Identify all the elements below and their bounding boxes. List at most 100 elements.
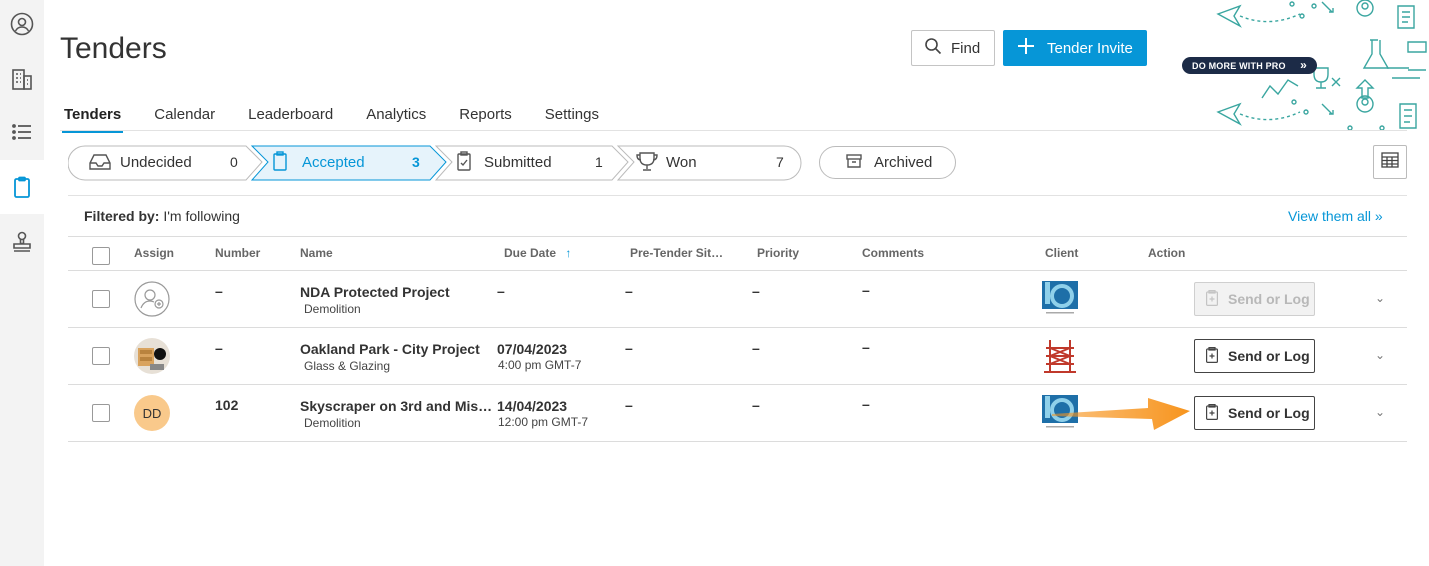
avatar[interactable]	[134, 338, 170, 374]
table-grid-icon	[1381, 151, 1399, 173]
row-due-date: 14/04/2023	[497, 398, 568, 414]
row-due-time: 4:00 pm GMT-7	[498, 358, 582, 372]
tab-analytics[interactable]: Analytics	[364, 103, 428, 133]
client-logo	[1044, 340, 1076, 373]
row-due-date: –	[497, 283, 505, 299]
filter-value: I'm following	[163, 208, 240, 224]
view-all-link[interactable]: View them all »	[1288, 208, 1383, 224]
unassigned-user-icon[interactable]	[134, 281, 170, 317]
status-submitted-label: Submitted	[484, 154, 552, 171]
send-or-log-label: Send or Log	[1228, 405, 1310, 421]
row-project-name[interactable]: NDA Protected Project	[300, 284, 450, 300]
left-nav-rail	[0, 0, 44, 566]
user-circle-icon[interactable]	[6, 8, 38, 40]
status-submitted[interactable]: Submitted 1	[434, 145, 629, 181]
row-divider	[68, 441, 1407, 442]
status-won-label: Won	[666, 154, 697, 171]
status-won[interactable]: Won 7	[616, 145, 802, 181]
chevron-down-icon[interactable]: ⌄	[1375, 348, 1385, 362]
plus-icon	[1016, 36, 1036, 60]
col-header-action: Action	[1148, 246, 1186, 260]
header-bottom-border	[68, 270, 1407, 271]
archived-button[interactable]: Archived	[819, 146, 956, 179]
status-undecided-label: Undecided	[120, 154, 192, 171]
filter-summary: Filtered by: I'm following	[84, 208, 240, 224]
col-header-pre-tender[interactable]: Pre-Tender Sit…	[630, 246, 723, 260]
chevron-down-icon[interactable]: ⌄	[1375, 291, 1385, 305]
send-or-log-label: Send or Log	[1228, 348, 1310, 364]
row-trade: Demolition	[304, 302, 361, 316]
row-comments: –	[862, 282, 870, 298]
status-accepted[interactable]: Accepted 3	[250, 145, 447, 181]
col-header-due-date[interactable]: Due Date ↑	[504, 246, 571, 260]
tab-calendar[interactable]: Calendar	[152, 103, 217, 133]
row-project-name[interactable]: Oakland Park - City Project	[300, 341, 480, 357]
row-checkbox[interactable]	[92, 347, 110, 365]
send-or-log-button[interactable]: Send or Log	[1194, 282, 1315, 316]
table-view-toggle[interactable]	[1373, 145, 1407, 179]
status-pipeline: Undecided 0 Accepted 3 Submitted 1 Won 7	[68, 145, 802, 181]
clipboard-icon[interactable]	[6, 171, 38, 203]
row-priority: –	[752, 340, 760, 356]
row-priority: –	[752, 283, 760, 299]
clipboard-plus-icon	[1206, 403, 1219, 423]
row-due-date: 07/04/2023	[497, 341, 568, 357]
table-top-border	[68, 236, 1407, 237]
status-submitted-count: 1	[595, 154, 603, 170]
row-due-time: 12:00 pm GMT-7	[498, 415, 589, 429]
avatar[interactable]: DD	[134, 395, 170, 431]
section-divider	[68, 195, 1407, 196]
row-trade: Demolition	[304, 416, 361, 430]
row-divider	[68, 327, 1407, 328]
col-header-client[interactable]: Client	[1045, 246, 1078, 260]
col-header-priority[interactable]: Priority	[757, 246, 799, 260]
select-all-checkbox[interactable]	[92, 247, 110, 265]
list-icon[interactable]	[6, 116, 38, 148]
archive-box-icon	[846, 153, 862, 173]
main-tabs: Tenders Calendar Leaderboard Analytics R…	[62, 103, 630, 133]
status-accepted-label: Accepted	[302, 154, 365, 171]
tab-settings[interactable]: Settings	[543, 103, 601, 133]
row-checkbox[interactable]	[92, 290, 110, 308]
find-button[interactable]: Find	[911, 30, 995, 66]
send-or-log-button[interactable]: Send or Log	[1194, 339, 1315, 373]
row-checkbox[interactable]	[92, 404, 110, 422]
col-header-assign[interactable]: Assign	[134, 246, 174, 260]
filter-prefix: Filtered by:	[84, 208, 160, 224]
tab-reports[interactable]: Reports	[457, 103, 514, 133]
search-icon	[924, 37, 942, 59]
row-pre-tender: –	[625, 397, 633, 413]
row-comments: –	[862, 339, 870, 355]
col-header-comments[interactable]: Comments	[862, 246, 924, 260]
archived-label: Archived	[874, 154, 933, 171]
status-undecided-count: 0	[230, 154, 238, 170]
clipboard-plus-icon	[1206, 346, 1219, 366]
tab-tenders[interactable]: Tenders	[62, 103, 124, 133]
tab-leaderboard[interactable]: Leaderboard	[246, 103, 335, 133]
do-more-with-pro-badge[interactable]: DO MORE WITH PRO »	[1182, 57, 1317, 74]
col-header-due-date-label: Due Date	[504, 246, 557, 260]
row-divider	[68, 384, 1407, 385]
col-header-number[interactable]: Number	[215, 246, 260, 260]
status-won-count: 7	[776, 154, 784, 170]
row-number: –	[215, 283, 223, 299]
chevron-down-icon[interactable]: ⌄	[1375, 405, 1385, 419]
row-project-name[interactable]: Skyscraper on 3rd and Mis…	[300, 398, 492, 414]
send-or-log-label: Send or Log	[1228, 291, 1310, 307]
tabs-divider	[60, 130, 1407, 131]
sort-ascending-icon: ↑	[565, 246, 572, 260]
pro-badge-label: DO MORE WITH PRO	[1192, 60, 1286, 71]
building-icon[interactable]	[6, 63, 38, 95]
status-undecided[interactable]: Undecided 0	[68, 145, 263, 181]
page-title: Tenders	[60, 32, 167, 65]
tender-invite-label: Tender Invite	[1047, 39, 1133, 57]
client-logo	[1042, 281, 1078, 317]
stamp-icon[interactable]	[6, 226, 38, 258]
find-label: Find	[951, 39, 981, 57]
row-pre-tender: –	[625, 283, 633, 299]
col-header-name[interactable]: Name	[300, 246, 333, 260]
row-number: 102	[215, 397, 239, 413]
clipboard-plus-icon	[1206, 289, 1219, 309]
send-or-log-button[interactable]: Send or Log	[1194, 396, 1315, 430]
tender-invite-button[interactable]: Tender Invite	[1003, 30, 1147, 66]
